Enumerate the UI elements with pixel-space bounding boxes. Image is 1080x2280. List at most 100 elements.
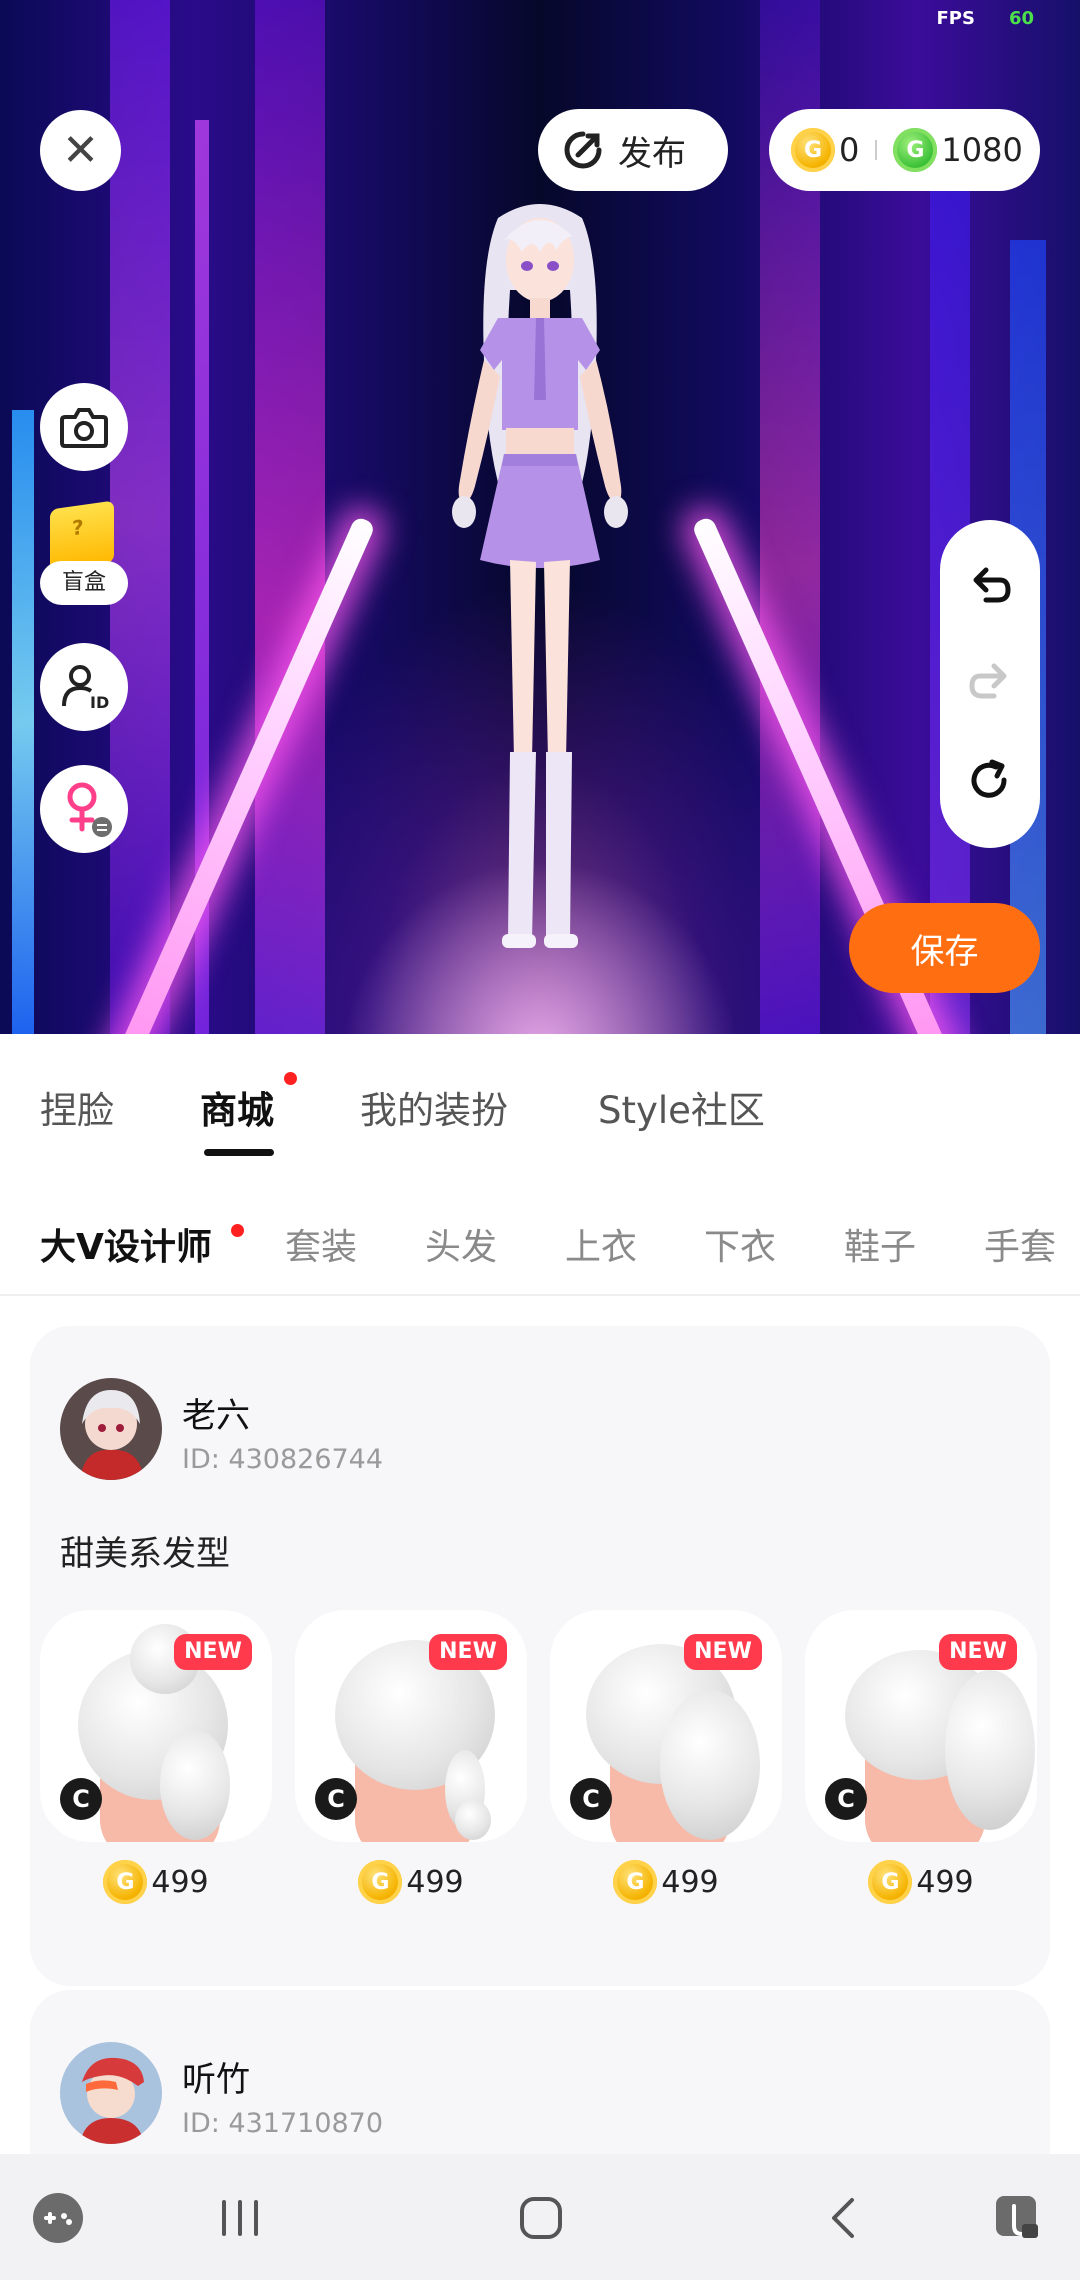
tab-my-outfits[interactable]: 我的装扮	[360, 1080, 508, 1134]
avatar-preview-stage[interactable]: FPS60 ✕ 发布 0 1080 ?	[0, 0, 1080, 1034]
main-tabs: 捏脸 商城 我的装扮 Style社区	[0, 1034, 1080, 1174]
hair-item[interactable]: NEW C 499	[805, 1610, 1037, 1904]
currency-divider	[875, 140, 878, 160]
reset-icon	[971, 759, 1007, 798]
designer-avatar[interactable]	[60, 1378, 162, 1480]
back-icon	[832, 2198, 854, 2238]
hair-item[interactable]: NEW C 499	[295, 1610, 527, 1904]
subtab-gloves[interactable]: 手套	[984, 1218, 1056, 1270]
save-button[interactable]: 保存	[849, 903, 1040, 993]
designer-name: 听竹	[182, 2060, 250, 2100]
subtab-bottoms[interactable]: 下衣	[704, 1218, 776, 1270]
blindbox-label: 盲盒	[40, 561, 128, 605]
new-badge: NEW	[174, 1634, 252, 1670]
new-badge: NEW	[429, 1634, 507, 1670]
light-beam	[255, 0, 325, 1034]
publish-button[interactable]: 发布	[538, 109, 728, 191]
hair-item-thumbnail: NEW C	[40, 1610, 272, 1842]
green-coin-icon	[893, 128, 938, 172]
collection-title: 甜美系发型	[60, 1534, 230, 1574]
blindbox-button[interactable]: ? 盲盒	[40, 500, 128, 609]
price-amount: 499	[406, 1864, 464, 1900]
light-beam	[12, 410, 34, 1034]
currency-balance[interactable]: 0 1080	[769, 109, 1040, 191]
creator-badge-icon: C	[60, 1778, 102, 1820]
designer-id: ID: 430826744	[182, 1444, 384, 1475]
hair-item[interactable]: NEW C 499	[550, 1610, 782, 1904]
new-badge: NEW	[684, 1634, 762, 1670]
subtab-designers-notification-dot	[231, 1224, 244, 1237]
item-price: 499	[805, 1860, 1037, 1904]
subtab-tops[interactable]: 上衣	[565, 1218, 637, 1270]
item-price: 499	[40, 1860, 272, 1904]
gender-switch-button[interactable]	[40, 765, 128, 853]
subtab-sets[interactable]: 套装	[285, 1218, 357, 1270]
reset-button[interactable]	[962, 752, 1018, 808]
item-price: 499	[295, 1860, 527, 1904]
redo-icon	[969, 663, 1007, 699]
hair-item-thumbnail: NEW C	[550, 1610, 782, 1842]
home-icon	[520, 2197, 562, 2239]
fps-label: FPS	[936, 8, 975, 29]
undo-button[interactable]	[962, 558, 1018, 614]
system-navigation-bar	[0, 2154, 1080, 2280]
app-root: FPS60 ✕ 发布 0 1080 ?	[0, 0, 1080, 2280]
close-icon: ✕	[62, 124, 99, 176]
camera-button[interactable]	[40, 383, 128, 471]
designer-card: 老六 ID: 430826744 甜美系发型 NEW C 499	[30, 1326, 1050, 1986]
redo-button[interactable]	[962, 654, 1018, 710]
gold-coin-icon	[791, 128, 835, 172]
subtab-shoes[interactable]: 鞋子	[844, 1218, 916, 1270]
gold-coin-icon	[613, 1860, 658, 1904]
creator-badge-icon: C	[570, 1778, 612, 1820]
back-button[interactable]	[816, 2190, 872, 2246]
close-button[interactable]: ✕	[40, 110, 121, 191]
user-id-icon: ID	[62, 665, 109, 712]
avatar-figure[interactable]	[400, 200, 680, 980]
designer-name: 老六	[182, 1396, 250, 1436]
undo-icon	[973, 567, 1011, 603]
gold-coin-icon	[358, 1860, 403, 1904]
touch-lock-icon	[996, 2196, 1038, 2238]
category-tabs: 大V设计师 套装 头发 上衣 下衣 鞋子 手套	[0, 1174, 1080, 1296]
hair-item[interactable]: NEW C 499	[40, 1610, 272, 1904]
female-gender-icon	[67, 782, 112, 837]
price-amount: 499	[151, 1864, 209, 1900]
new-badge: NEW	[939, 1634, 1017, 1670]
creator-badge-icon: C	[825, 1778, 867, 1820]
publish-icon	[564, 131, 602, 169]
gold-coin-icon	[868, 1860, 913, 1904]
creator-badge-icon: C	[315, 1778, 357, 1820]
avatar-id-button[interactable]: ID	[40, 643, 128, 731]
gold-coin-value: 0	[839, 131, 860, 169]
fps-value: 60	[1008, 8, 1034, 29]
designer-avatar[interactable]	[60, 2042, 162, 2144]
gamepad-icon	[33, 2193, 83, 2243]
tab-style-community[interactable]: Style社区	[598, 1080, 765, 1134]
camera-icon	[60, 408, 108, 448]
fps-counter: FPS 60	[936, 8, 1034, 29]
touch-lock-button[interactable]	[990, 2190, 1046, 2246]
tab-face[interactable]: 捏脸	[40, 1080, 114, 1134]
designer-id: ID: 431710870	[182, 2108, 384, 2139]
price-amount: 499	[661, 1864, 719, 1900]
game-tools-button[interactable]	[30, 2190, 86, 2246]
hair-item-thumbnail: NEW C	[295, 1610, 527, 1842]
tab-mall[interactable]: 商城	[200, 1080, 274, 1134]
edit-history-panel	[940, 520, 1040, 848]
tab-mall-notification-dot	[284, 1072, 297, 1085]
bottom-panel: 捏脸 商城 我的装扮 Style社区 大V设计师 套装 头发 上衣 下衣 鞋子 …	[0, 1034, 1080, 2190]
price-amount: 499	[916, 1864, 974, 1900]
home-button[interactable]	[513, 2190, 569, 2246]
recent-apps-icon	[222, 2200, 258, 2236]
recent-apps-button[interactable]	[212, 2190, 268, 2246]
subtab-designers[interactable]: 大V设计师	[40, 1218, 212, 1270]
green-coin-value: 1080	[941, 131, 1023, 169]
item-price: 499	[550, 1860, 782, 1904]
gold-coin-icon	[103, 1860, 148, 1904]
subtab-hair[interactable]: 头发	[425, 1218, 497, 1270]
active-tab-indicator	[204, 1149, 274, 1156]
svg-text:ID: ID	[90, 693, 109, 712]
hair-item-thumbnail: NEW C	[805, 1610, 1037, 1842]
publish-label: 发布	[618, 133, 686, 174]
